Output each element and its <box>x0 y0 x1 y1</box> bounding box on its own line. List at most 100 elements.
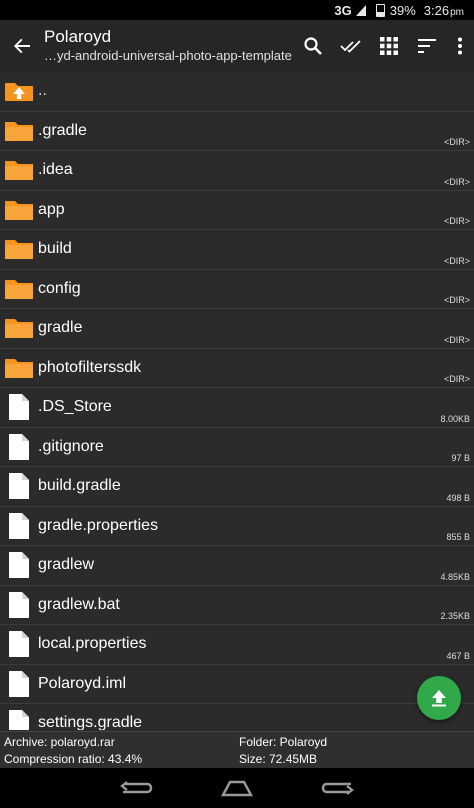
file-name: build.gradle <box>38 477 121 495</box>
dir-label: <DIR> <box>443 216 470 226</box>
sort-button[interactable] <box>408 20 446 72</box>
file-name: gradlew.bat <box>38 595 120 613</box>
parent-folder-icon <box>0 80 38 102</box>
back-nav-icon <box>120 781 153 794</box>
extract-fab-button[interactable] <box>417 676 461 720</box>
folder-row[interactable]: .idea <DIR> <box>0 151 474 191</box>
file-name: local.properties <box>38 635 147 653</box>
dir-label: <DIR> <box>443 374 470 384</box>
folder-icon <box>0 278 38 300</box>
file-row[interactable]: build.gradle 498 B <box>0 467 474 507</box>
folder-row[interactable]: photofilterssdk <DIR> <box>0 349 474 388</box>
folder-row[interactable]: app <DIR> <box>0 191 474 230</box>
file-name: .gitignore <box>38 437 104 455</box>
archive-info-bar: Archive: polaroyd.rar Folder: Polaroyd C… <box>0 731 474 768</box>
file-size: 467 B <box>446 650 470 661</box>
dir-label: <DIR> <box>443 295 470 305</box>
system-nav-bar <box>0 768 474 808</box>
file-row[interactable]: gradlew.bat 2.35KB <box>0 586 474 625</box>
folder-icon <box>0 120 38 142</box>
home-nav-icon <box>220 780 254 797</box>
archive-size: Size: 72.45MB <box>239 752 318 766</box>
recents-nav-icon <box>321 782 354 795</box>
file-icon <box>0 630 38 658</box>
file-icon <box>0 591 38 619</box>
file-name: build <box>38 240 72 258</box>
file-name: settings.gradle <box>38 714 143 730</box>
path-subtitle: …yd-android-universal-photo-app-template <box>44 48 292 63</box>
file-row[interactable]: local.properties 467 B <box>0 625 474 665</box>
double-check-icon <box>340 40 361 53</box>
file-row[interactable]: gradle.properties 855 B <box>0 507 474 546</box>
parent-folder-row[interactable]: .. <box>0 72 474 112</box>
back-arrow-icon <box>14 38 30 54</box>
dir-label: <DIR> <box>443 137 470 147</box>
home-nav-button[interactable] <box>219 776 255 800</box>
folder-icon <box>0 159 38 181</box>
file-row[interactable]: gradlew 4.85KB <box>0 546 474 586</box>
file-size: 97 B <box>451 453 470 463</box>
dir-label: <DIR> <box>443 255 470 266</box>
grid-icon <box>380 37 398 55</box>
title-block: Polaroyd …yd-android-universal-photo-app… <box>44 27 294 65</box>
file-list: .. .gradle <DIR> .idea <DIR> app <DIR> build <DI… <box>0 72 474 730</box>
battery-icon <box>375 3 385 17</box>
file-row[interactable]: settings.gradle <box>0 704 474 730</box>
page-title: Polaroyd <box>44 27 112 46</box>
folder-name: Folder: Polaroyd <box>239 735 328 749</box>
sort-icon <box>418 39 436 53</box>
folder-row[interactable]: build <DIR> <box>0 230 474 270</box>
file-name: .gradle <box>38 121 87 139</box>
battery-percent: 39% <box>389 2 416 18</box>
file-name: .. <box>38 82 47 100</box>
grid-view-button[interactable] <box>370 20 408 72</box>
file-size: 4.85KB <box>440 571 470 582</box>
upload-arrow-icon <box>432 690 446 707</box>
file-icon <box>0 709 38 730</box>
file-name: gradle.properties <box>38 516 159 534</box>
signal-icon <box>355 4 366 16</box>
path-dropdown[interactable]: …yd-android-universal-photo-app-template <box>44 47 294 65</box>
network-type: 3G <box>334 2 352 18</box>
file-icon <box>0 512 38 540</box>
file-row[interactable]: .gitignore 97 B <box>0 428 474 467</box>
file-name: Polaroyd.iml <box>38 674 127 692</box>
status-bar: 3G 39% 3:26pm <box>0 0 474 20</box>
back-nav-button[interactable] <box>118 776 154 800</box>
more-vert-icon <box>458 37 462 55</box>
search-button[interactable] <box>294 20 332 72</box>
back-button[interactable] <box>0 20 44 72</box>
file-name: gradlew <box>38 556 95 574</box>
file-size: 8.00KB <box>440 413 470 424</box>
folder-row[interactable]: .gradle <DIR> <box>0 112 474 151</box>
file-name: photofilterssdk <box>38 358 142 376</box>
folder-icon <box>0 199 38 221</box>
file-row[interactable]: Polaroyd.iml <box>0 665 474 704</box>
select-all-button[interactable] <box>332 20 370 72</box>
file-icon <box>0 393 38 421</box>
file-size: 498 B <box>446 492 470 503</box>
file-name: .DS_Store <box>38 398 112 416</box>
file-name: .idea <box>38 161 73 179</box>
file-size: 2.35KB <box>440 611 470 621</box>
folder-icon <box>0 238 38 260</box>
folder-row[interactable]: config <DIR> <box>0 270 474 309</box>
more-options-button[interactable] <box>446 20 474 72</box>
file-icon <box>0 433 38 461</box>
archive-name: Archive: polaroyd.rar <box>4 735 115 749</box>
file-name: app <box>38 200 65 218</box>
clock: 3:26pm <box>423 2 464 18</box>
app-bar: Polaroyd …yd-android-universal-photo-app… <box>0 20 474 72</box>
folder-row[interactable]: gradle <DIR> <box>0 309 474 349</box>
file-name: config <box>38 279 81 297</box>
recents-nav-button[interactable] <box>320 776 356 800</box>
file-name: gradle <box>38 319 83 337</box>
file-icon <box>0 472 38 500</box>
file-icon <box>0 551 38 579</box>
folder-icon <box>0 317 38 339</box>
file-icon <box>0 670 38 698</box>
dir-label: <DIR> <box>443 176 470 187</box>
compression-ratio: Compression ratio: 43.4% <box>4 752 143 766</box>
folder-icon <box>0 357 38 379</box>
file-row[interactable]: .DS_Store 8.00KB <box>0 388 474 428</box>
